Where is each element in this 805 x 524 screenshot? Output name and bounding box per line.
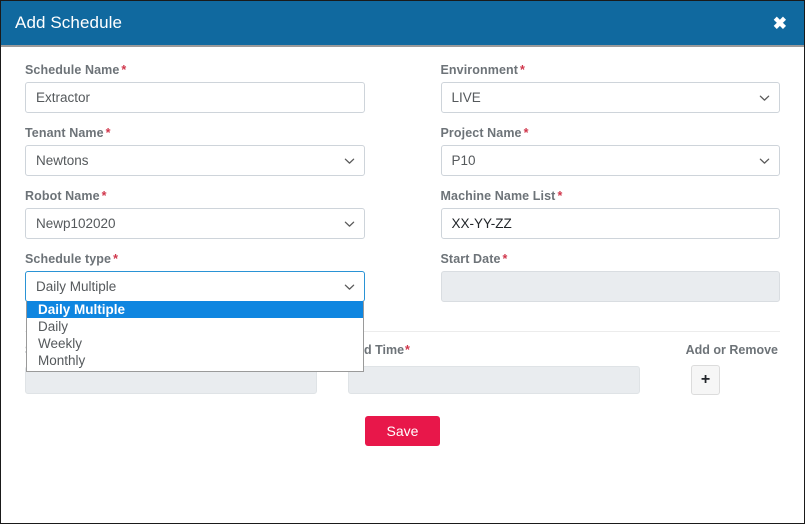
schedule-name-input[interactable]: Extractor — [25, 82, 365, 113]
label-text: Project Name — [441, 126, 522, 140]
modal-header: Add Schedule ✖ — [1, 1, 804, 47]
save-button[interactable]: Save — [365, 416, 441, 446]
page-title: Add Schedule — [15, 13, 122, 33]
dropdown-option-monthly[interactable]: Monthly — [27, 352, 363, 369]
label-tenant-name: Tenant Name* — [25, 126, 365, 140]
form-grid: Schedule Name* Extractor Environment* LI… — [25, 63, 780, 315]
environment-select[interactable]: LIVE — [441, 82, 781, 113]
label-text: Machine Name List — [441, 189, 556, 203]
label-start-date: Start Date* — [441, 252, 781, 266]
label-text: Start Date — [441, 252, 501, 266]
required-asterisk: * — [405, 343, 410, 357]
add-remove-cell: + — [673, 365, 780, 395]
label-text: Schedule type — [25, 252, 111, 266]
chevron-down-icon — [344, 218, 355, 229]
chevron-down-icon — [344, 155, 355, 166]
schedule-type-selected-value: Daily Multiple — [36, 279, 116, 294]
label-schedule-name: Schedule Name* — [25, 63, 365, 77]
tenant-name-select[interactable]: Newtons — [25, 145, 365, 176]
field-machine-name-list: Machine Name List* XX-YY-ZZ — [441, 189, 781, 239]
required-asterisk: * — [121, 63, 126, 77]
project-name-select[interactable]: P10 — [441, 145, 781, 176]
field-robot-name: Robot Name* Newp102020 — [25, 189, 365, 239]
required-asterisk: * — [520, 63, 525, 77]
schedule-type-dropdown-list: Daily Multiple Daily Weekly Monthly — [26, 301, 364, 372]
end-time-input[interactable] — [348, 366, 640, 394]
end-time-column-header: End Time* — [348, 343, 673, 357]
label-machine-name-list: Machine Name List* — [441, 189, 781, 203]
add-or-remove-column-header: Add or Remove — [673, 343, 780, 357]
chevron-down-icon — [759, 155, 770, 166]
required-asterisk: * — [102, 189, 107, 203]
label-text: Environment — [441, 63, 519, 77]
field-schedule-type: Schedule type* Daily Multiple Daily Mult… — [25, 252, 365, 302]
required-asterisk: * — [106, 126, 111, 140]
label-text: Schedule Name — [25, 63, 119, 77]
field-project-name: Project Name* P10 — [441, 126, 781, 176]
field-tenant-name: Tenant Name* Newtons — [25, 126, 365, 176]
required-asterisk: * — [524, 126, 529, 140]
label-project-name: Project Name* — [441, 126, 781, 140]
add-row-button[interactable]: + — [691, 365, 720, 395]
label-robot-name: Robot Name* — [25, 189, 365, 203]
add-schedule-modal: Add Schedule ✖ Schedule Name* Extractor … — [0, 0, 805, 524]
field-environment: Environment* LIVE — [441, 63, 781, 113]
dropdown-option-daily[interactable]: Daily — [27, 318, 363, 335]
modal-body: Schedule Name* Extractor Environment* LI… — [1, 47, 804, 446]
close-icon[interactable]: ✖ — [768, 13, 792, 34]
label-schedule-type: Schedule type* — [25, 252, 365, 266]
required-asterisk: * — [557, 189, 562, 203]
required-asterisk: * — [113, 252, 118, 266]
field-schedule-name: Schedule Name* Extractor — [25, 63, 365, 113]
project-name-selected-value: P10 — [452, 153, 476, 168]
required-asterisk: * — [503, 252, 508, 266]
modal-footer: Save — [25, 416, 780, 446]
robot-name-selected-value: Newp102020 — [36, 216, 116, 231]
tenant-name-selected-value: Newtons — [36, 153, 89, 168]
chevron-down-icon — [344, 281, 355, 292]
label-environment: Environment* — [441, 63, 781, 77]
dropdown-option-daily-multiple[interactable]: Daily Multiple — [27, 301, 363, 318]
chevron-down-icon — [759, 92, 770, 103]
label-text: Robot Name — [25, 189, 100, 203]
environment-selected-value: LIVE — [452, 90, 481, 105]
label-text: Tenant Name — [25, 126, 104, 140]
machine-name-list-input[interactable]: XX-YY-ZZ — [441, 208, 781, 239]
field-start-date: Start Date* — [441, 252, 781, 302]
start-date-input[interactable] — [441, 271, 781, 302]
schedule-type-select[interactable]: Daily Multiple Daily Multiple Daily Week… — [25, 271, 365, 302]
dropdown-option-weekly[interactable]: Weekly — [27, 335, 363, 352]
robot-name-select[interactable]: Newp102020 — [25, 208, 365, 239]
